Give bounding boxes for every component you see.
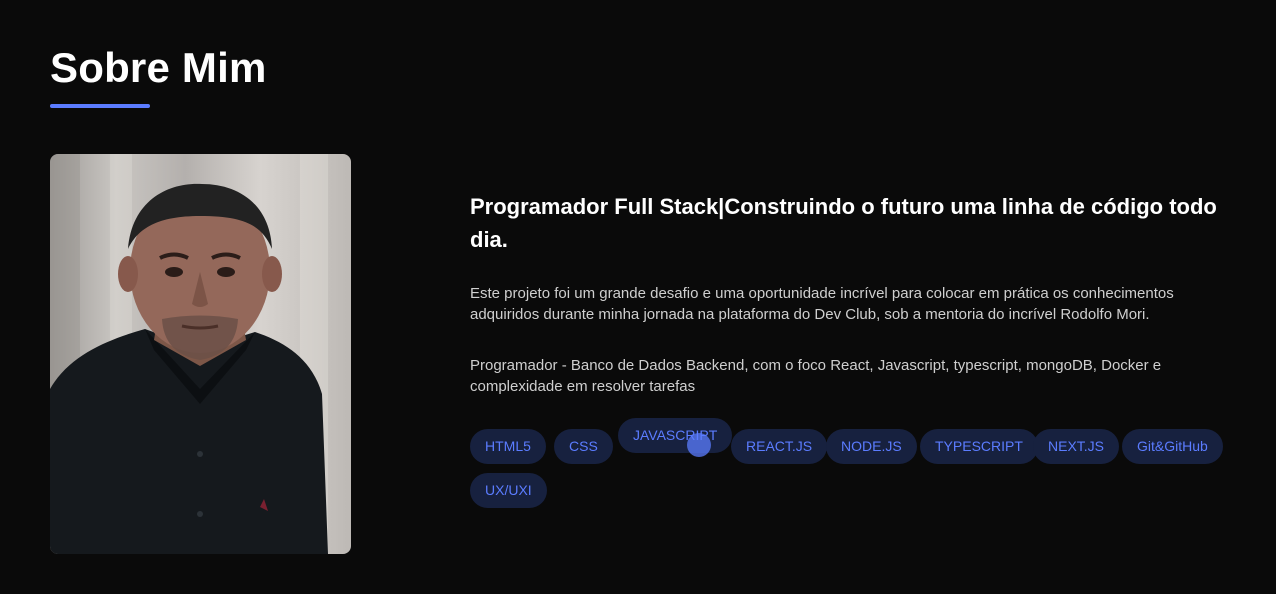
skill-tag-css[interactable]: CSS	[554, 429, 613, 464]
skill-tag-nextjs[interactable]: NEXT.JS	[1033, 429, 1120, 464]
skill-tag-git-github[interactable]: Git&GitHub	[1122, 429, 1223, 464]
skill-tag-ux-uxi[interactable]: UX/UXI	[470, 473, 547, 508]
skill-tag-nodejs[interactable]: NODE.JS	[826, 429, 917, 464]
skill-tag-javascript[interactable]: JAVASCRIPT	[618, 418, 733, 453]
section-title: Sobre Mim	[50, 44, 267, 91]
profile-photo	[50, 154, 351, 554]
portrait-illustration	[50, 154, 328, 554]
about-section: Sobre Mim Programador Full Stack|Constru…	[0, 0, 1276, 594]
about-headline: Programador Full Stack|Construindo o fut…	[470, 194, 1217, 252]
skill-tag-html5[interactable]: HTML5	[470, 429, 546, 464]
about-content: Programador Full Stack|Construindo o fut…	[470, 190, 1230, 397]
about-paragraph-2: Programador - Banco de Dados Backend, co…	[470, 357, 1162, 395]
skill-tag-reactjs[interactable]: REACT.JS	[731, 429, 828, 464]
about-paragraph-1: Este projeto foi um grande desafio e uma…	[470, 285, 1174, 323]
title-underline	[50, 104, 150, 108]
skill-tag-typescript[interactable]: TYPESCRIPT	[920, 429, 1038, 464]
